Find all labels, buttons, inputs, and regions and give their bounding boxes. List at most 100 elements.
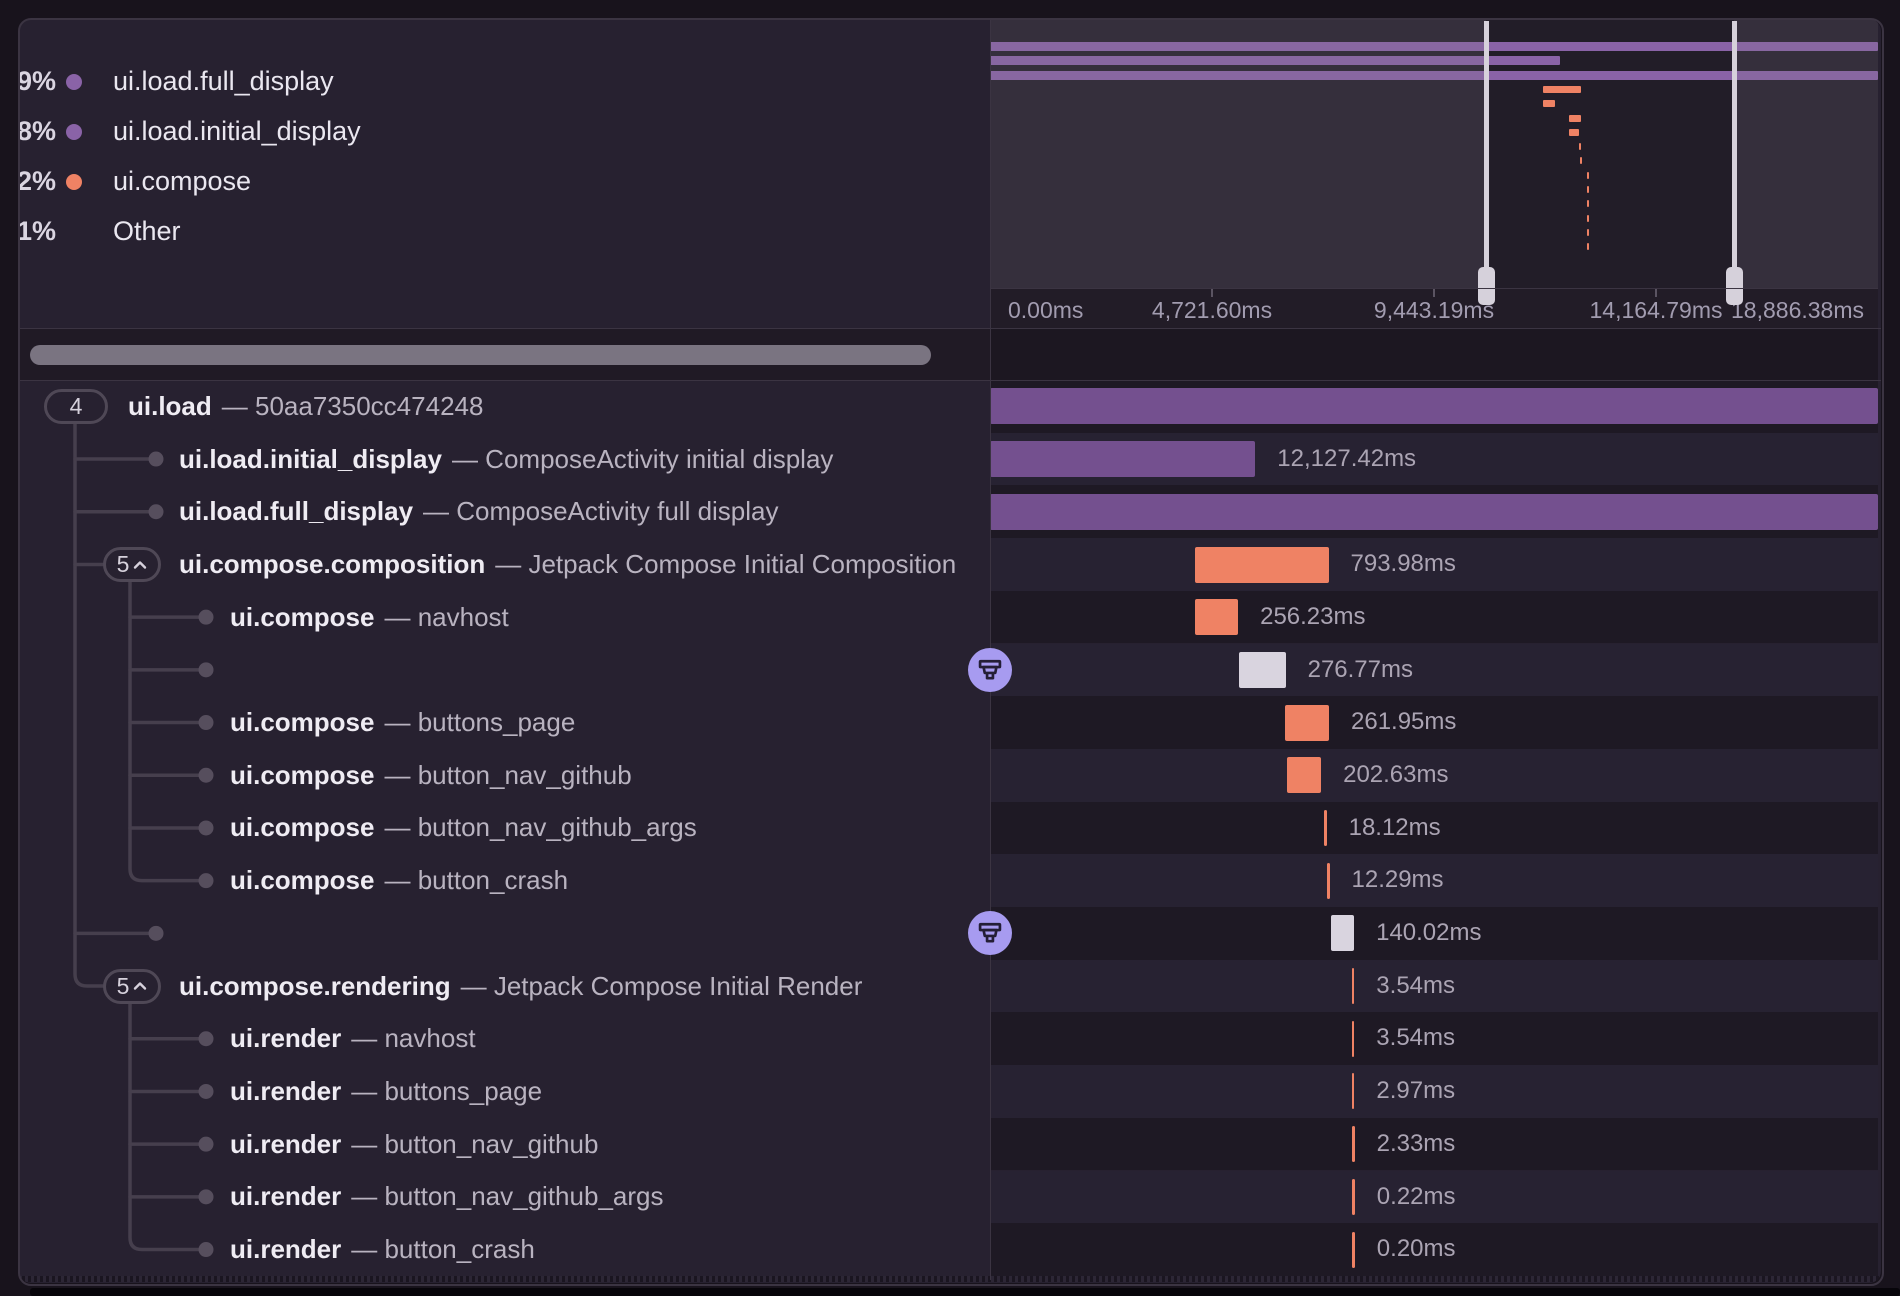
- minimap-span-bar: [1587, 215, 1589, 222]
- child-count: 4: [70, 393, 83, 420]
- span-duration-label: 140.02ms: [1376, 907, 1481, 960]
- span-description: — navhost: [384, 602, 508, 633]
- minimap-span-bar: [1543, 86, 1580, 93]
- span-bar[interactable]: [990, 494, 1878, 530]
- child-count: 5: [117, 973, 130, 1000]
- waterfall-row[interactable]: [990, 591, 1878, 644]
- scrollbar-track-right: [990, 328, 1878, 380]
- span-bar[interactable]: [1331, 915, 1355, 951]
- span-duration-label: 3.54ms: [1376, 960, 1455, 1013]
- span-op: ui.load: [128, 391, 212, 422]
- span-bar[interactable]: [1195, 547, 1329, 583]
- minimap-span-bar: [1569, 129, 1579, 136]
- span-tree-row[interactable]: ui.load — 50aa7350cc474248: [19, 380, 990, 433]
- span-description: — navhost: [351, 1023, 475, 1054]
- span-op: ui.compose: [230, 602, 374, 633]
- span-duration-label: 0.20ms: [1377, 1223, 1456, 1276]
- span-tree-row[interactable]: ui.render— button_crash: [19, 1223, 990, 1276]
- span-bar[interactable]: [1324, 810, 1327, 846]
- child-count-badge[interactable]: 5: [103, 547, 161, 582]
- span-duration-label: 3.54ms: [1376, 1012, 1455, 1065]
- span-duration-label: 2.97ms: [1376, 1065, 1455, 1118]
- minimap-span-bar: [1587, 172, 1589, 179]
- axis-top-border: [990, 288, 1878, 289]
- span-tree-row[interactable]: ui.render — navhost: [19, 1012, 990, 1065]
- span-tree-row[interactable]: ui.compose.rendering — Jetpack Compose In…: [19, 960, 990, 1013]
- span-tree-row[interactable]: ui.load.initial_display— ComposeActivity…: [19, 433, 990, 486]
- span-description: — button_crash: [384, 865, 568, 896]
- waterfall-row[interactable]: [990, 644, 1878, 697]
- span-tree-row[interactable]: ui.compose— button_nav_github_args: [19, 802, 990, 855]
- viewport-grip-left[interactable]: [1478, 267, 1495, 305]
- span-op: ui.load.initial_display: [179, 444, 442, 475]
- child-count: 5: [117, 551, 130, 578]
- minimap-span-bar: [1587, 200, 1589, 207]
- span-duration-label: 202.63ms: [1343, 749, 1448, 802]
- profiling-icon: [976, 919, 1004, 947]
- span-description: — 50aa7350cc474248: [222, 391, 484, 422]
- rows-top-border: [19, 380, 1881, 381]
- minimap-dim-left: [990, 19, 1486, 288]
- span-bar[interactable]: [1327, 863, 1330, 899]
- span-bar[interactable]: [1239, 652, 1286, 688]
- span-bar[interactable]: [1352, 1232, 1355, 1268]
- span-tree-row[interactable]: ui.compose — buttons_page: [19, 696, 990, 749]
- span-bar[interactable]: [1287, 757, 1321, 793]
- span-description: — buttons_page: [351, 1076, 542, 1107]
- span-tree-row[interactable]: ui.compose— button_nav_github: [19, 749, 990, 802]
- span-bar[interactable]: [990, 441, 1255, 477]
- span-op: ui.compose.composition: [179, 549, 485, 580]
- span-duration-label: 276.77ms: [1308, 644, 1413, 697]
- span-duration-label: 18.12ms: [1349, 802, 1441, 855]
- span-description: — button_nav_github_args: [351, 1181, 663, 1212]
- span-bar[interactable]: [1352, 1021, 1355, 1057]
- viewport-grip-right[interactable]: [1726, 267, 1743, 305]
- window-bottom-edge: [30, 1288, 1900, 1296]
- span-tree-row[interactable]: ui.render— button_nav_github: [19, 1118, 990, 1171]
- span-tree-row[interactable]: ui.compose — navhost: [19, 591, 990, 644]
- chevron-up-icon: [133, 981, 147, 991]
- axis-tick: [1655, 289, 1657, 297]
- viewport-handle-right[interactable]: [1732, 21, 1737, 288]
- span-op: ui.render: [230, 1234, 341, 1265]
- span-tree-row[interactable]: [19, 907, 990, 960]
- span-description: — buttons_page: [384, 707, 575, 738]
- span-tree-row[interactable]: ui.compose.composition — Jetpack Compose …: [19, 538, 990, 591]
- minimap-span-bar: [1587, 186, 1589, 193]
- span-bar[interactable]: [1195, 599, 1238, 635]
- minimap-span-bar: [1579, 143, 1581, 150]
- span-tree-row[interactable]: ui.load.full_display— ComposeActivity fu…: [19, 485, 990, 538]
- span-tree-row[interactable]: ui.render — buttons_page: [19, 1065, 990, 1118]
- span-op: ui.render: [230, 1181, 341, 1212]
- viewport-handle-left[interactable]: [1484, 21, 1489, 288]
- top-section-border: [19, 328, 1881, 329]
- span-duration-label: 2.33ms: [1377, 1118, 1456, 1171]
- span-bar[interactable]: [1352, 1126, 1355, 1162]
- span-op: ui.compose: [230, 760, 374, 791]
- span-op: ui.render: [230, 1023, 341, 1054]
- span-duration-label: 12.29ms: [1352, 854, 1444, 907]
- span-description: — button_nav_github_args: [384, 812, 696, 843]
- span-description: — Jetpack Compose Initial Render: [461, 971, 863, 1002]
- trace-panel: ui.load.full_display18885.73ms59%ui.load…: [19, 19, 1881, 1283]
- span-bar[interactable]: [1352, 1179, 1355, 1215]
- span-duration-label: 256.23ms: [1260, 591, 1365, 644]
- child-count-badge[interactable]: 4: [44, 389, 108, 424]
- axis-tick: [1433, 289, 1435, 297]
- span-duration-label: 793.98ms: [1351, 538, 1456, 591]
- span-bar[interactable]: [990, 388, 1878, 424]
- span-tree-row[interactable]: [19, 644, 990, 697]
- child-count-badge[interactable]: 5: [103, 969, 161, 1004]
- span-op: ui.compose.rendering: [179, 971, 451, 1002]
- span-op: ui.compose: [230, 707, 374, 738]
- span-bar[interactable]: [1352, 968, 1355, 1004]
- span-tree-row[interactable]: ui.compose— button_crash: [19, 854, 990, 907]
- span-bar[interactable]: [1285, 705, 1329, 741]
- minimap-span-bar: [1569, 115, 1581, 122]
- span-description: — ComposeActivity full display: [423, 496, 778, 527]
- span-tree-row[interactable]: ui.render — button_nav_github_args: [19, 1171, 990, 1224]
- span-description: — Jetpack Compose Initial Composition: [495, 549, 956, 580]
- span-op: ui.render: [230, 1076, 341, 1107]
- profile-icon-button[interactable]: [968, 648, 1012, 692]
- minimap-dim-right: [1734, 19, 1878, 288]
